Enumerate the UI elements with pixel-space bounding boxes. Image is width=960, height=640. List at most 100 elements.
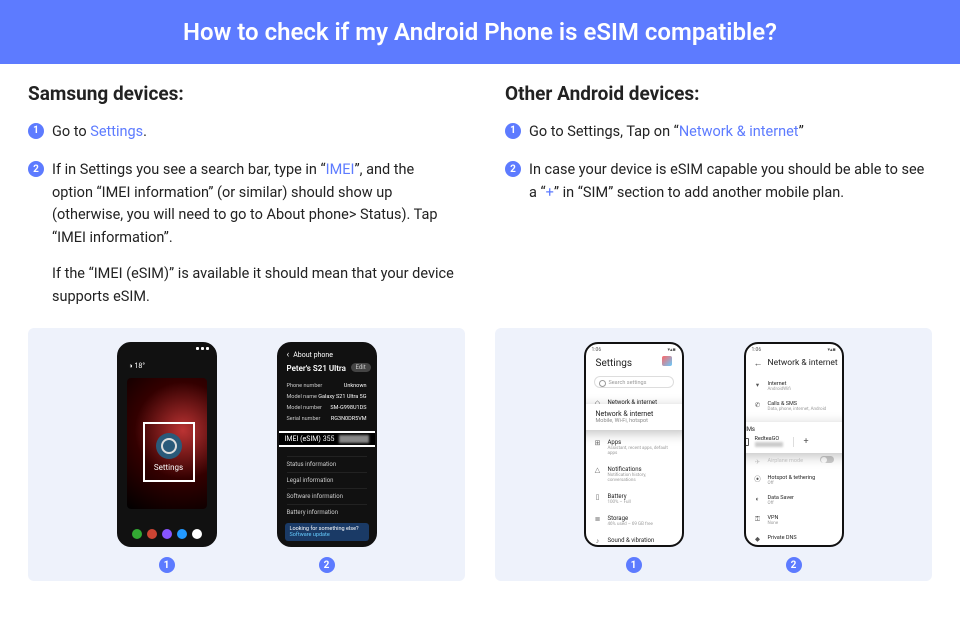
item-sub: Data, phone, internet, Android [768, 407, 827, 412]
vpn-icon: ⚿ [754, 515, 762, 523]
weather-widget: ◑ 18° [129, 362, 145, 370]
value: RG3N0DR5VM [331, 416, 367, 422]
imei-prefix: 355 [323, 435, 335, 443]
item-sub: Off [768, 501, 794, 506]
list-item: Battery information [287, 504, 367, 520]
back-icon: ← [754, 358, 763, 369]
text: Go to [52, 123, 90, 140]
dns-icon: ◆ [754, 535, 762, 543]
item-title: Data Saver [768, 495, 794, 501]
samsung-screenshot-1: ◑ 18° Settings 1 [117, 342, 217, 573]
callout-sub: Mobile, Wi-Fi, hotspot [596, 418, 684, 424]
text: If in Settings you see a search bar, typ… [52, 161, 326, 178]
item-sub: Assistant, recent apps, default apps [608, 446, 674, 456]
item-sub: None [768, 521, 779, 526]
toggle-icon [820, 456, 834, 463]
sims-header: SIMs [744, 426, 844, 433]
phone-mock: ◑ 18° Settings [117, 342, 217, 547]
text: ” in “SIM” section to add another mobile… [554, 184, 844, 201]
phone-mock: ‹About phone Peter's S21 Ultra Edit Phon… [277, 342, 377, 547]
samsung-heading: Samsung devices: [28, 82, 455, 105]
step-badge: 2 [505, 161, 521, 177]
value: SM-G998U1DS [330, 405, 366, 411]
network-internet-link[interactable]: Network & internet [679, 123, 799, 140]
hotspot-icon: ⦿ [754, 475, 762, 483]
page-title: How to check if my Android Phone is eSIM… [0, 0, 960, 64]
screenshot-badge: 2 [786, 557, 802, 573]
gear-icon [156, 433, 182, 459]
item-title: VPN [768, 515, 779, 521]
other-step-1: 1 Go to Settings, Tap on “Network & inte… [505, 121, 932, 143]
item-sub: Off [768, 481, 816, 486]
callout-title: Network & internet [596, 410, 684, 418]
samsung-step-2: 2 If in Settings you see a search bar, t… [28, 159, 455, 308]
text: . [143, 123, 147, 140]
imei-link[interactable]: IMEI [326, 161, 355, 178]
redacted [755, 442, 783, 447]
plus-link[interactable]: + [546, 184, 554, 201]
footer-link: Software update [290, 532, 364, 538]
footer-card: Looking for something else? Software upd… [285, 523, 369, 541]
samsung-column: Samsung devices: 1 Go to Settings. 2 If … [28, 82, 455, 324]
about-phone-label: About phone [293, 351, 333, 359]
columns: Samsung devices: 1 Go to Settings. 2 If … [0, 64, 960, 324]
item-sub: AndroidWifi [768, 387, 791, 392]
sims-callout: SIMs RedteaGO + [744, 422, 844, 453]
item-sub: 46% used – 69 GB free [608, 522, 653, 527]
other-column: Other Android devices: 1 Go to Settings,… [505, 82, 932, 324]
back-icon: ‹ [287, 350, 290, 360]
dock [119, 529, 215, 539]
deco-icon [662, 356, 672, 366]
storage-icon: ≣ [594, 515, 602, 523]
list-item: Legal information [287, 472, 367, 488]
plus-icon: + [804, 437, 809, 447]
apps-icon: ⊞ [594, 439, 602, 447]
list-item: Status information [287, 456, 367, 472]
airplane-icon: ✈ [754, 458, 762, 466]
item-sub: Notification history, conversations [608, 473, 674, 483]
settings-title: Settings [596, 358, 633, 369]
screenshot-badge: 1 [626, 557, 642, 573]
step-badge: 1 [505, 123, 521, 139]
item-title: Airplane mode [768, 458, 804, 464]
samsung-screenshot-2: ‹About phone Peter's S21 Ultra Edit Phon… [277, 342, 377, 573]
sim-icon [744, 438, 749, 446]
settings-label: Settings [154, 463, 183, 472]
label: Serial number [287, 416, 321, 422]
network-internet-title: Network & internet [768, 358, 838, 368]
value: Galaxy S21 Ultra 5G [318, 394, 366, 400]
samsung-step-1: 1 Go to Settings. [28, 121, 455, 143]
screenshot-badge: 1 [159, 557, 175, 573]
settings-highlight: Settings [143, 422, 195, 482]
screenshot-badge: 2 [319, 557, 335, 573]
text: ” [799, 123, 804, 140]
text: If the “IMEI (eSIM)” is available it sho… [52, 263, 455, 308]
imei-esim-label: IMEI (eSIM) [285, 435, 321, 443]
item-sub: 100% – Full [608, 500, 631, 505]
imei-esim-callout: IMEI (eSIM) 355 [277, 431, 377, 447]
other-screenshot-1: 1:06▾▴■ Settings Search settings ◇Networ… [584, 342, 684, 573]
calls-icon: ✆ [754, 401, 762, 409]
network-internet-callout: Network & internet Mobile, Wi-Fi, hotspo… [584, 404, 684, 430]
text: Go to Settings, Tap on “ [529, 123, 679, 140]
other-gallery: 1:06▾▴■ Settings Search settings ◇Networ… [495, 328, 932, 581]
samsung-gallery: ◑ 18° Settings 1 ‹About phone Peter's S2… [28, 328, 465, 581]
item-title: Private DNS [768, 535, 797, 541]
search-settings: Search settings [594, 376, 674, 388]
step-badge: 1 [28, 123, 44, 139]
other-heading: Other Android devices: [505, 82, 932, 105]
item-title: Sound & vibration [608, 537, 655, 544]
wifi-icon: ▾ [754, 381, 762, 389]
edit-button: Edit [351, 363, 371, 372]
bell-icon: △ [594, 466, 602, 474]
settings-link[interactable]: Settings [90, 123, 143, 140]
label: Model name [287, 394, 317, 400]
battery-icon: ▯ [594, 493, 602, 501]
item-title: Hotspot & tethering [768, 475, 816, 481]
datasaver-icon: ◐ [754, 495, 762, 503]
phone-mock: 1:06▾▴■ ← Network & internet ▾InternetAn… [744, 342, 844, 547]
label: Model number [287, 405, 322, 411]
other-screenshot-2: 1:06▾▴■ ← Network & internet ▾InternetAn… [744, 342, 844, 573]
device-name: Peter's S21 Ultra [287, 364, 346, 373]
step-badge: 2 [28, 161, 44, 177]
